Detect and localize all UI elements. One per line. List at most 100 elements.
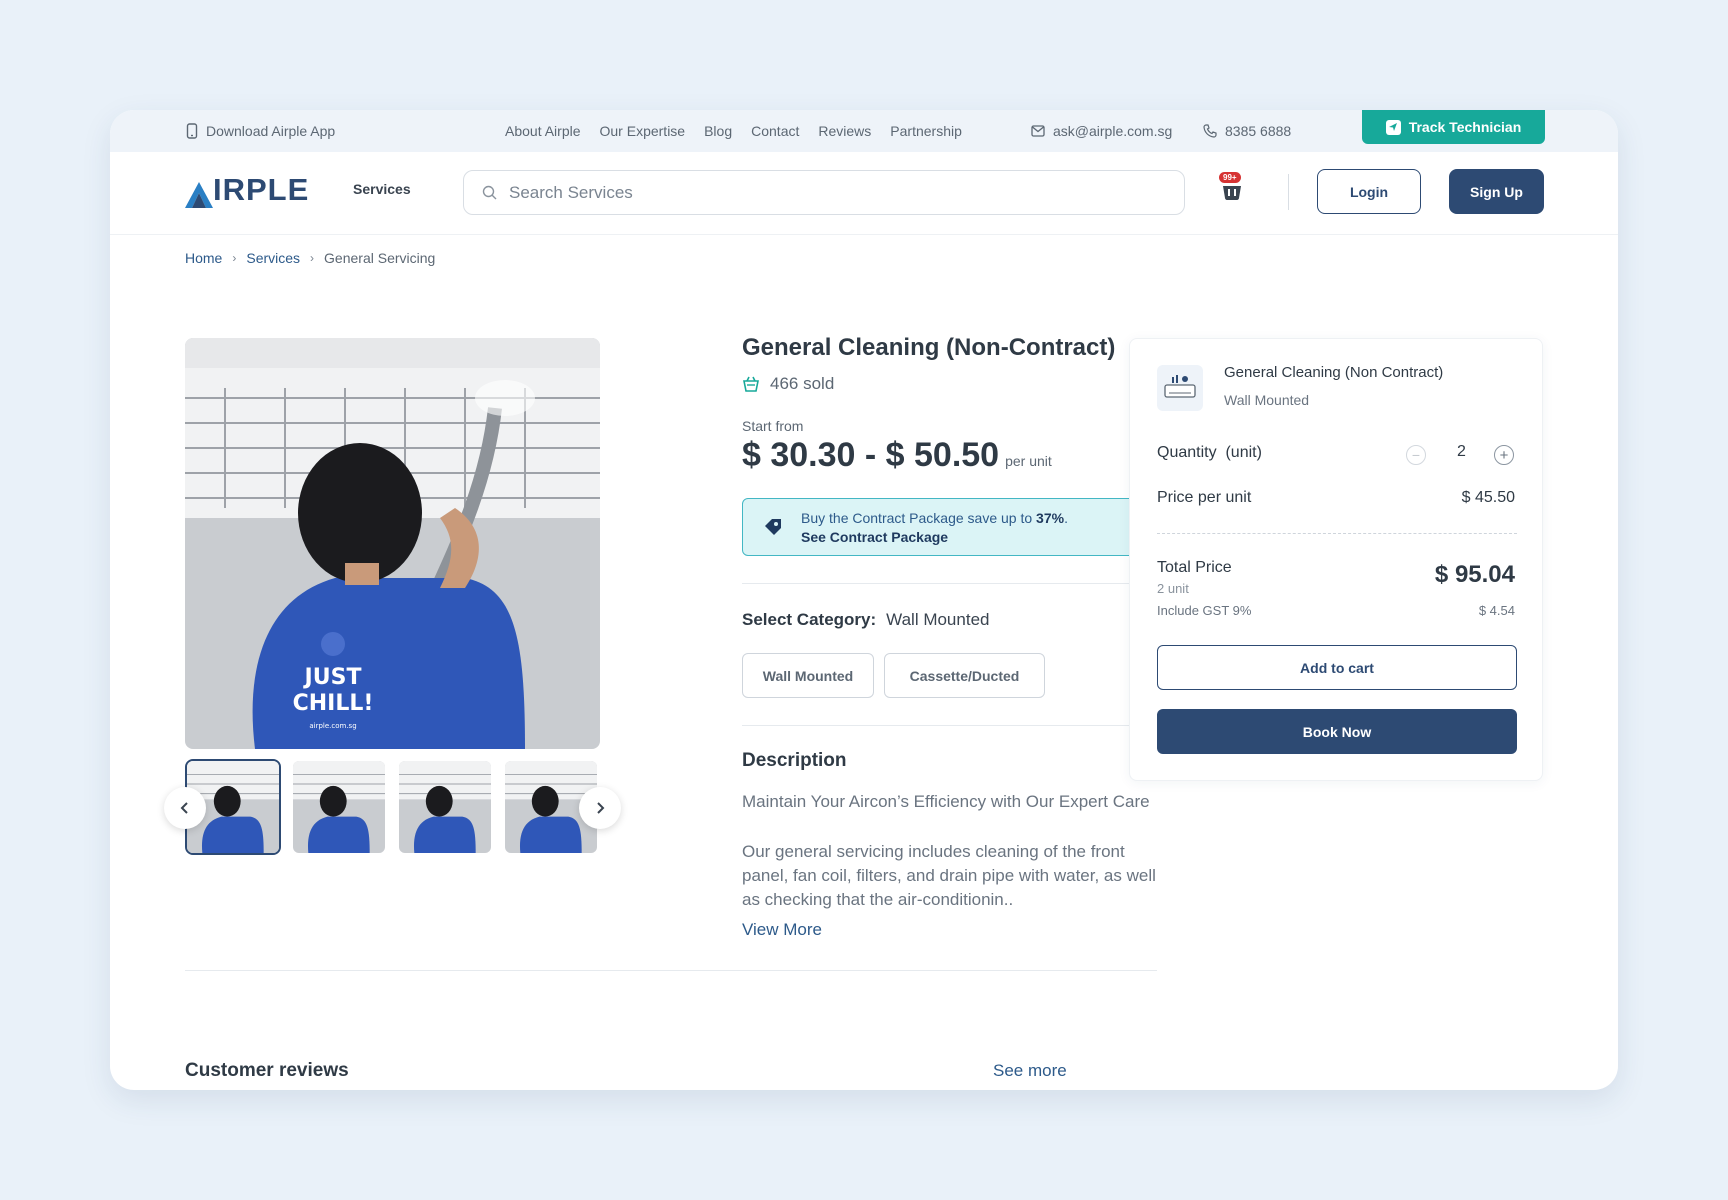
cart-icon[interactable] <box>1220 180 1244 204</box>
login-button[interactable]: Login <box>1317 169 1421 214</box>
top-link-reviews[interactable]: Reviews <box>818 123 871 139</box>
dashed-divider <box>1157 533 1517 534</box>
product-title: General Cleaning (Non-Contract) <box>742 334 1116 361</box>
selected-category-value: Wall Mounted <box>886 610 990 629</box>
top-links: About Airple Our Expertise Blog Contact … <box>505 110 962 152</box>
top-link-about[interactable]: About Airple <box>505 123 581 139</box>
category-chip-wall-mounted[interactable]: Wall Mounted <box>742 653 874 698</box>
top-bar: Download Airple App About Airple Our Exp… <box>110 110 1618 152</box>
logo-text: IRPLE <box>213 172 310 207</box>
sold-text: 466 sold <box>770 374 835 393</box>
quantity-value: 2 <box>1457 443 1466 460</box>
price-range: $ 30.30 - $ 50.50 per unit <box>742 436 1052 475</box>
gst-label: Include GST 9% <box>1157 603 1252 618</box>
tag-icon <box>765 519 781 535</box>
phone-text: 8385 6888 <box>1225 123 1292 139</box>
gallery-prev-button[interactable] <box>164 787 206 829</box>
book-now-button[interactable]: Book Now <box>1157 709 1517 754</box>
minus-icon: − <box>1411 447 1421 463</box>
thumbnail[interactable] <box>397 759 493 855</box>
customer-reviews-title: Customer reviews <box>185 1060 349 1081</box>
aircon-icon <box>1157 365 1203 411</box>
search-input[interactable] <box>509 182 1109 203</box>
contract-promo-banner[interactable]: Buy the Contract Package save up to 37%.… <box>742 498 1157 556</box>
gallery-next-button[interactable] <box>579 787 621 829</box>
price-per-unit-label: Price per unit <box>1157 489 1252 506</box>
thumbnail-strip <box>185 759 600 855</box>
select-category-label: Select Category: <box>742 610 877 629</box>
divider <box>742 583 1157 584</box>
order-item-name: General Cleaning (Non Contract) <box>1224 364 1444 381</box>
email-link[interactable]: ask@airple.com.sg <box>1031 110 1172 152</box>
nav-services[interactable]: Services <box>353 181 411 197</box>
search-bar[interactable] <box>463 170 1185 215</box>
breadcrumb-separator: › <box>232 251 237 265</box>
breadcrumb: Home › Services › General Servicing <box>185 250 435 266</box>
promo-prefix: Buy the Contract Package save up to <box>801 509 1037 526</box>
email-text: ask@airple.com.sg <box>1053 123 1173 139</box>
see-more-reviews-link[interactable]: See more <box>993 1061 1067 1081</box>
header-divider <box>1288 174 1289 210</box>
price-range-value: $ 30.30 - $ 50.50 <box>742 436 1000 474</box>
quantity-decrease-button[interactable]: − <box>1406 445 1426 465</box>
total-price-value: $ 95.04 <box>1434 561 1515 588</box>
see-contract-package-link[interactable]: See Contract Package <box>801 529 1068 545</box>
phone-icon <box>1203 124 1217 138</box>
description-heading: Maintain Your Aircon’s Efficiency with O… <box>742 792 1150 811</box>
track-technician-label: Track Technician <box>1408 119 1522 135</box>
promo-percent: 37% <box>1036 509 1065 526</box>
promo-text: Buy the Contract Package save up to 37%.… <box>801 510 1068 545</box>
price-unit: per unit <box>1005 453 1052 469</box>
basket-icon <box>743 376 759 392</box>
order-item-variant: Wall Mounted <box>1224 392 1310 408</box>
breadcrumb-home[interactable]: Home <box>185 250 222 266</box>
send-icon <box>1385 119 1401 135</box>
promo-line1: Buy the Contract Package save up to 37%. <box>801 510 1068 526</box>
signup-button[interactable]: Sign Up <box>1449 169 1544 214</box>
total-price-label: Total Price <box>1157 559 1232 576</box>
view-more-link[interactable]: View More <box>742 920 822 940</box>
description-body: Our general servicing includes cleaning … <box>742 842 1156 909</box>
gst-amount: $ 4.54 <box>1478 603 1515 618</box>
cart-badge: 99+ <box>1219 172 1241 183</box>
breadcrumb-services[interactable]: Services <box>246 250 300 266</box>
chevron-left-icon <box>180 802 188 814</box>
technician-illustration: JUST CHILL! airple.com.sg <box>185 338 600 749</box>
top-link-expertise[interactable]: Our Expertise <box>600 123 686 139</box>
start-from-label: Start from <box>742 418 804 434</box>
track-technician-button[interactable]: Track Technician <box>1362 110 1545 144</box>
chevron-right-icon <box>597 802 605 814</box>
shirt-text-2: CHILL! <box>293 691 374 716</box>
description-title: Description <box>742 750 847 771</box>
add-to-cart-button[interactable]: Add to cart <box>1157 645 1517 690</box>
thumbnail[interactable] <box>291 759 387 855</box>
download-app-link[interactable]: Download Airple App <box>186 110 335 152</box>
shirt-text-1: JUST <box>303 665 362 690</box>
top-link-contact[interactable]: Contact <box>751 123 799 139</box>
price-per-unit-value: $ 45.50 <box>1461 489 1515 506</box>
order-summary-card: General Cleaning (Non Contract) Wall Mou… <box>1129 338 1543 781</box>
quantity-label: Quantity (unit) <box>1157 444 1262 461</box>
logo-a-mark <box>185 182 213 208</box>
phone-device-icon <box>186 123 198 139</box>
select-category: Select Category: Wall Mounted <box>742 610 989 630</box>
plus-icon: + <box>1499 446 1509 464</box>
sold-count: 466 sold <box>742 374 834 394</box>
product-main-image[interactable]: JUST CHILL! airple.com.sg <box>185 338 600 749</box>
app-window: Download Airple App About Airple Our Exp… <box>110 110 1618 1090</box>
promo-suffix: . <box>1064 509 1068 526</box>
phone-link[interactable]: 8385 6888 <box>1203 110 1291 152</box>
airple-logo[interactable]: IRPLE <box>185 172 309 208</box>
divider <box>185 970 1157 971</box>
total-units: 2 unit <box>1157 581 1189 596</box>
search-icon <box>482 185 497 200</box>
mail-icon <box>1031 125 1045 137</box>
main-header: IRPLE Services 99+ Login Sign Up <box>110 152 1618 235</box>
breadcrumb-separator: › <box>310 251 315 265</box>
category-chip-cassette-ducted[interactable]: Cassette/Ducted <box>884 653 1045 698</box>
top-link-partnership[interactable]: Partnership <box>890 123 962 139</box>
divider <box>742 725 1157 726</box>
quantity-increase-button[interactable]: + <box>1494 445 1514 465</box>
top-link-blog[interactable]: Blog <box>704 123 732 139</box>
shirt-url: airple.com.sg <box>309 722 356 730</box>
